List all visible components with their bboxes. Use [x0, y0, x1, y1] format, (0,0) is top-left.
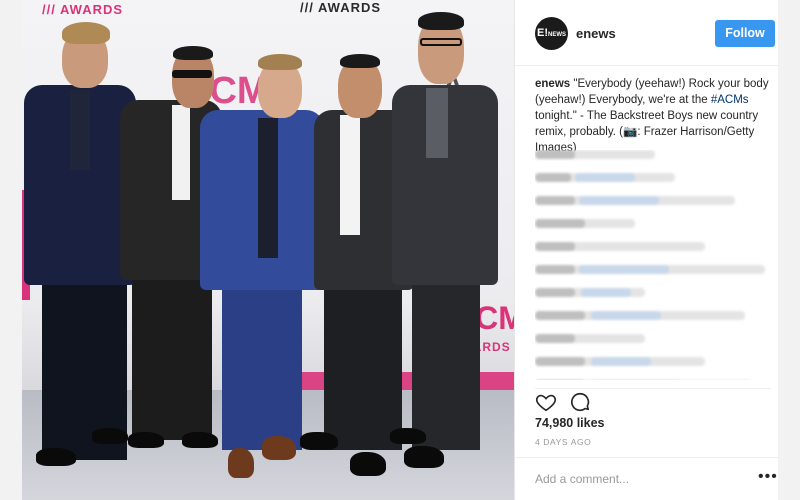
right-gutter: [778, 0, 800, 500]
comment-row: [535, 173, 675, 182]
comment-row: [535, 150, 655, 159]
heart-icon[interactable]: [535, 391, 559, 415]
post-timestamp[interactable]: 4 DAYS AGO: [535, 437, 591, 447]
action-bar: [535, 388, 771, 414]
more-options-icon[interactable]: •••: [758, 468, 778, 486]
comment-row: [535, 288, 645, 297]
comment-box: Add a comment... •••: [515, 457, 779, 500]
follow-button[interactable]: Follow: [715, 20, 775, 47]
comment-row: [535, 265, 765, 274]
camera-emoji: 📷: [622, 126, 638, 138]
avatar[interactable]: E!NEWS: [535, 17, 568, 50]
post-header: E!NEWS enews Follow: [515, 0, 779, 66]
post-photo[interactable]: /// AWARDS /// AWARDS ACM A ACM AWARDS: [22, 0, 514, 500]
comment-row: [535, 311, 745, 320]
post-caption: enews "Everybody (yeehaw!) Rock your bod…: [535, 76, 771, 156]
likes-count[interactable]: 74,980 likes: [535, 416, 605, 430]
comment-row: [535, 196, 735, 205]
comment-row: [535, 242, 705, 251]
caption-hashtag[interactable]: #ACMs: [711, 94, 749, 106]
blurred-comments: [535, 150, 771, 380]
comment-row: [535, 357, 705, 366]
backdrop-awards-center: /// AWARDS: [300, 0, 382, 15]
comment-icon[interactable]: [569, 391, 593, 415]
username[interactable]: enews: [576, 26, 616, 41]
add-comment-input[interactable]: Add a comment...: [535, 472, 629, 486]
backdrop-awards-mark: /// AWARDS: [42, 2, 124, 17]
comment-row: [535, 219, 635, 228]
comment-row: [535, 334, 645, 343]
caption-username[interactable]: enews: [535, 78, 570, 90]
post-panel: E!NEWS enews Follow enews "Everybody (ye…: [514, 0, 779, 500]
